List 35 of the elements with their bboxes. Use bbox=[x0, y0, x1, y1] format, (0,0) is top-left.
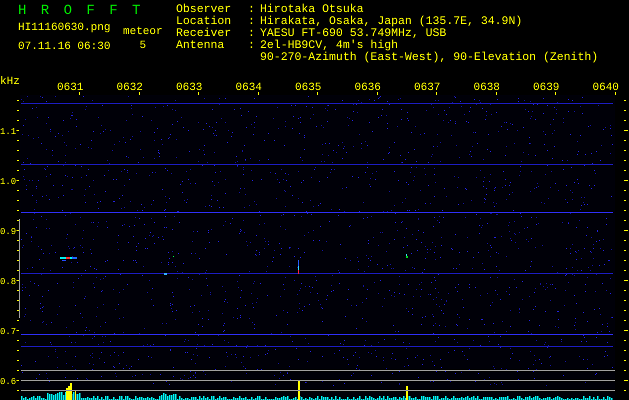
time-label: 0635 bbox=[295, 82, 322, 94]
field-value: 90-270-Azimuth (East-West), 90-Elevation (Zenith) bbox=[260, 52, 598, 64]
time-label: 0632 bbox=[116, 82, 143, 94]
frequency-label: 0.7 bbox=[0, 327, 16, 337]
frequency-label: 0.6 bbox=[0, 377, 16, 387]
app-title: H R O F F T bbox=[18, 4, 144, 18]
field-value: 2el-HB9CV, 4m's high bbox=[260, 40, 398, 52]
timestamp: 07.11.16 06:30 bbox=[18, 40, 112, 54]
separator: : bbox=[248, 40, 256, 52]
time-label: 0638 bbox=[474, 82, 500, 94]
frequency-label: 0.8 bbox=[0, 277, 16, 287]
field-label: Receiver bbox=[176, 28, 232, 40]
field-label: Location bbox=[176, 16, 232, 28]
field-label: Antenna bbox=[176, 40, 226, 52]
time-label: 0636 bbox=[354, 82, 381, 94]
separator: : bbox=[248, 4, 256, 16]
field-value: Hirakata, Osaka, Japan (135.7E, 34.9N) bbox=[260, 16, 522, 28]
time-label: 0634 bbox=[236, 82, 262, 94]
frequency-label: 0.9 bbox=[0, 227, 16, 237]
time-label: 0637 bbox=[414, 82, 440, 94]
count-label: meteor bbox=[123, 25, 163, 39]
meteor-count: 5 bbox=[138, 39, 148, 53]
frequency-label: 1.1 bbox=[0, 127, 16, 137]
field-value: YAESU FT-690 53.749MHz, USB bbox=[260, 28, 446, 40]
field-value: Hirotaka Otsuka bbox=[260, 4, 364, 16]
axis-unit: kHz bbox=[0, 76, 20, 88]
frequency-label: 1.0 bbox=[0, 177, 16, 187]
time-label: 0631 bbox=[57, 82, 84, 94]
time-label: 0640 bbox=[592, 82, 619, 94]
separator: : bbox=[248, 28, 256, 40]
time-label: 0633 bbox=[176, 82, 202, 94]
time-label: 0639 bbox=[533, 82, 560, 94]
file-name: HI11160630.png bbox=[18, 21, 112, 35]
separator: : bbox=[248, 16, 256, 28]
field-label: Observer bbox=[176, 4, 232, 16]
